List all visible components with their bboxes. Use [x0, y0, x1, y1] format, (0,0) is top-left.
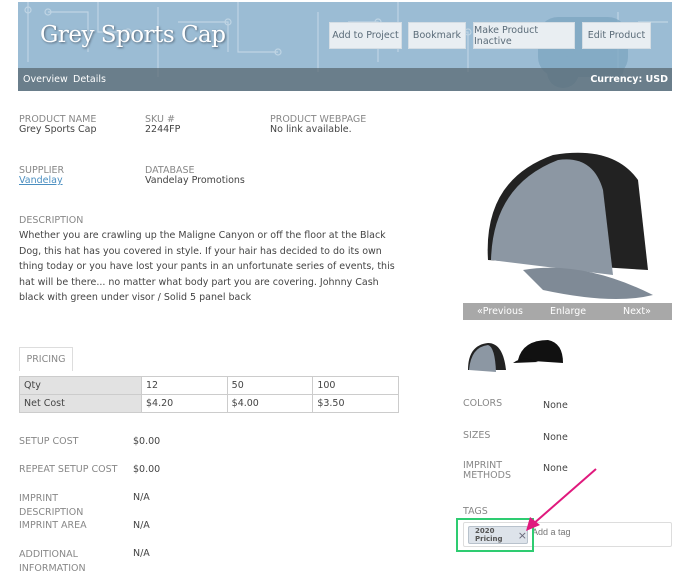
- description-label: DESCRIPTION: [19, 215, 84, 226]
- next-button[interactable]: Next»: [623, 306, 651, 317]
- nav-bar: Overview Details Currency: USD: [18, 68, 672, 91]
- page-title: Grey Sports Cap: [40, 22, 226, 48]
- cap-image: [487, 152, 653, 299]
- colors-label: COLORS: [463, 398, 503, 409]
- thumbnail-grey-cap[interactable]: [468, 343, 506, 372]
- repeat-setup-label: REPEAT SETUP COST: [19, 464, 118, 475]
- qty-header: Qty: [19, 376, 142, 395]
- product-name-value: Grey Sports Cap: [19, 124, 97, 135]
- tab-pricing[interactable]: PRICING: [19, 347, 73, 371]
- tags-label: TAGS: [463, 506, 488, 517]
- table-cell: 100: [312, 376, 399, 395]
- currency-label: Currency: USD: [590, 74, 668, 85]
- edit-product-button[interactable]: Edit Product: [582, 22, 651, 49]
- table-cell: 50: [226, 376, 314, 395]
- table-row: Qty 12 50 100: [19, 376, 399, 395]
- database-value: Vandelay Promotions: [145, 175, 245, 186]
- setup-cost-value: $0.00: [133, 436, 161, 447]
- table-cell: $4.20: [141, 394, 228, 413]
- additional-info-value: N/A: [133, 548, 150, 559]
- pricing-table: Qty 12 50 100 Net Cost $4.20 $4.00 $3.50: [19, 376, 399, 413]
- thumbnail-black-cap[interactable]: [513, 340, 563, 363]
- additional-info-label: ADDITIONAL INFORMATION: [19, 549, 86, 574]
- nav-overview[interactable]: Overview: [23, 74, 68, 85]
- description-text: Whether you are crawling up the Maligne …: [19, 230, 395, 303]
- repeat-setup-value: $0.00: [133, 464, 161, 475]
- bookmark-button[interactable]: Bookmark: [408, 22, 466, 49]
- table-cell: $4.00: [226, 394, 314, 413]
- annotation-arrow-icon: [526, 468, 597, 531]
- table-cell: $3.50: [312, 394, 399, 413]
- add-to-project-button[interactable]: Add to Project: [329, 22, 402, 49]
- previous-button[interactable]: «Previous: [477, 306, 523, 317]
- net-cost-header: Net Cost: [19, 394, 142, 413]
- product-banner: Grey Sports Cap Add to Project Bookmark …: [18, 2, 672, 91]
- enlarge-button[interactable]: Enlarge: [550, 306, 586, 317]
- setup-cost-label: SETUP COST: [19, 436, 79, 447]
- make-inactive-button[interactable]: Make Product Inactive: [473, 22, 575, 49]
- imprint-description-label: IMPRINT DESCRIPTION: [19, 493, 84, 518]
- table-cell: 12: [141, 376, 228, 395]
- table-row: Net Cost $4.20 $4.00 $3.50: [19, 394, 399, 413]
- sku-value: 2244FP: [145, 124, 181, 135]
- imprint-area-value: N/A: [133, 520, 150, 531]
- sizes-value: None: [543, 432, 568, 443]
- webpage-value: No link available.: [270, 124, 352, 135]
- imprint-area-label: IMPRINT AREA: [19, 520, 87, 531]
- gallery-controls: «Previous Enlarge Next»: [463, 303, 672, 320]
- imprint-description-value: N/A: [133, 492, 150, 503]
- nav-details[interactable]: Details: [73, 74, 106, 85]
- product-image[interactable]: [463, 110, 672, 303]
- thumbnails: [468, 340, 563, 372]
- supplier-link[interactable]: Vandelay: [19, 175, 63, 186]
- sizes-label: SIZES: [463, 430, 491, 441]
- colors-value: None: [543, 400, 568, 411]
